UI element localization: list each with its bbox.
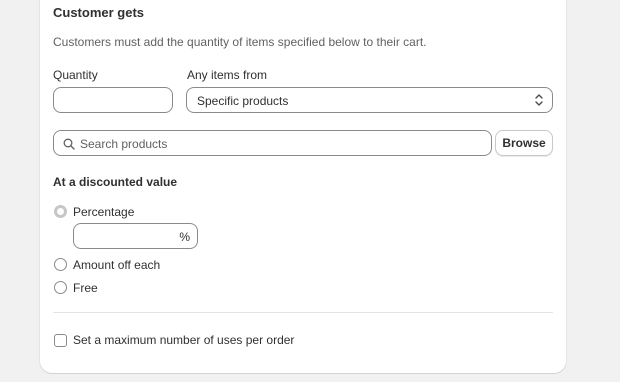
quantity-label: Quantity — [53, 68, 98, 82]
percent-suffix: % — [179, 230, 190, 244]
discount-section-title: At a discounted value — [53, 175, 178, 189]
items-from-label: Any items from — [187, 68, 268, 82]
percentage-radio[interactable] — [54, 205, 67, 218]
percentage-input[interactable]: % — [73, 223, 198, 249]
browse-button[interactable]: Browse — [495, 130, 553, 156]
search-products-input[interactable]: Search products — [53, 130, 492, 156]
free-label: Free — [73, 281, 98, 295]
quantity-input[interactable] — [53, 87, 173, 113]
customer-gets-card: Customer gets Customers must add the qua… — [40, 0, 566, 373]
search-placeholder: Search products — [80, 137, 168, 151]
items-from-select[interactable]: Specific products — [186, 87, 553, 113]
amount-off-each-label: Amount off each — [73, 258, 161, 272]
search-icon — [63, 138, 75, 150]
percentage-label: Percentage — [73, 205, 135, 219]
max-uses-checkbox[interactable] — [54, 334, 67, 347]
chevron-up-down-icon — [535, 94, 543, 106]
max-uses-label: Set a maximum number of uses per order — [73, 333, 295, 347]
divider — [53, 312, 553, 313]
amount-off-each-radio[interactable] — [54, 258, 67, 271]
card-title: Customer gets — [53, 5, 145, 20]
free-radio[interactable] — [54, 281, 67, 294]
card-description: Customers must add the quantity of items… — [53, 35, 427, 49]
items-from-selected: Specific products — [197, 94, 289, 108]
